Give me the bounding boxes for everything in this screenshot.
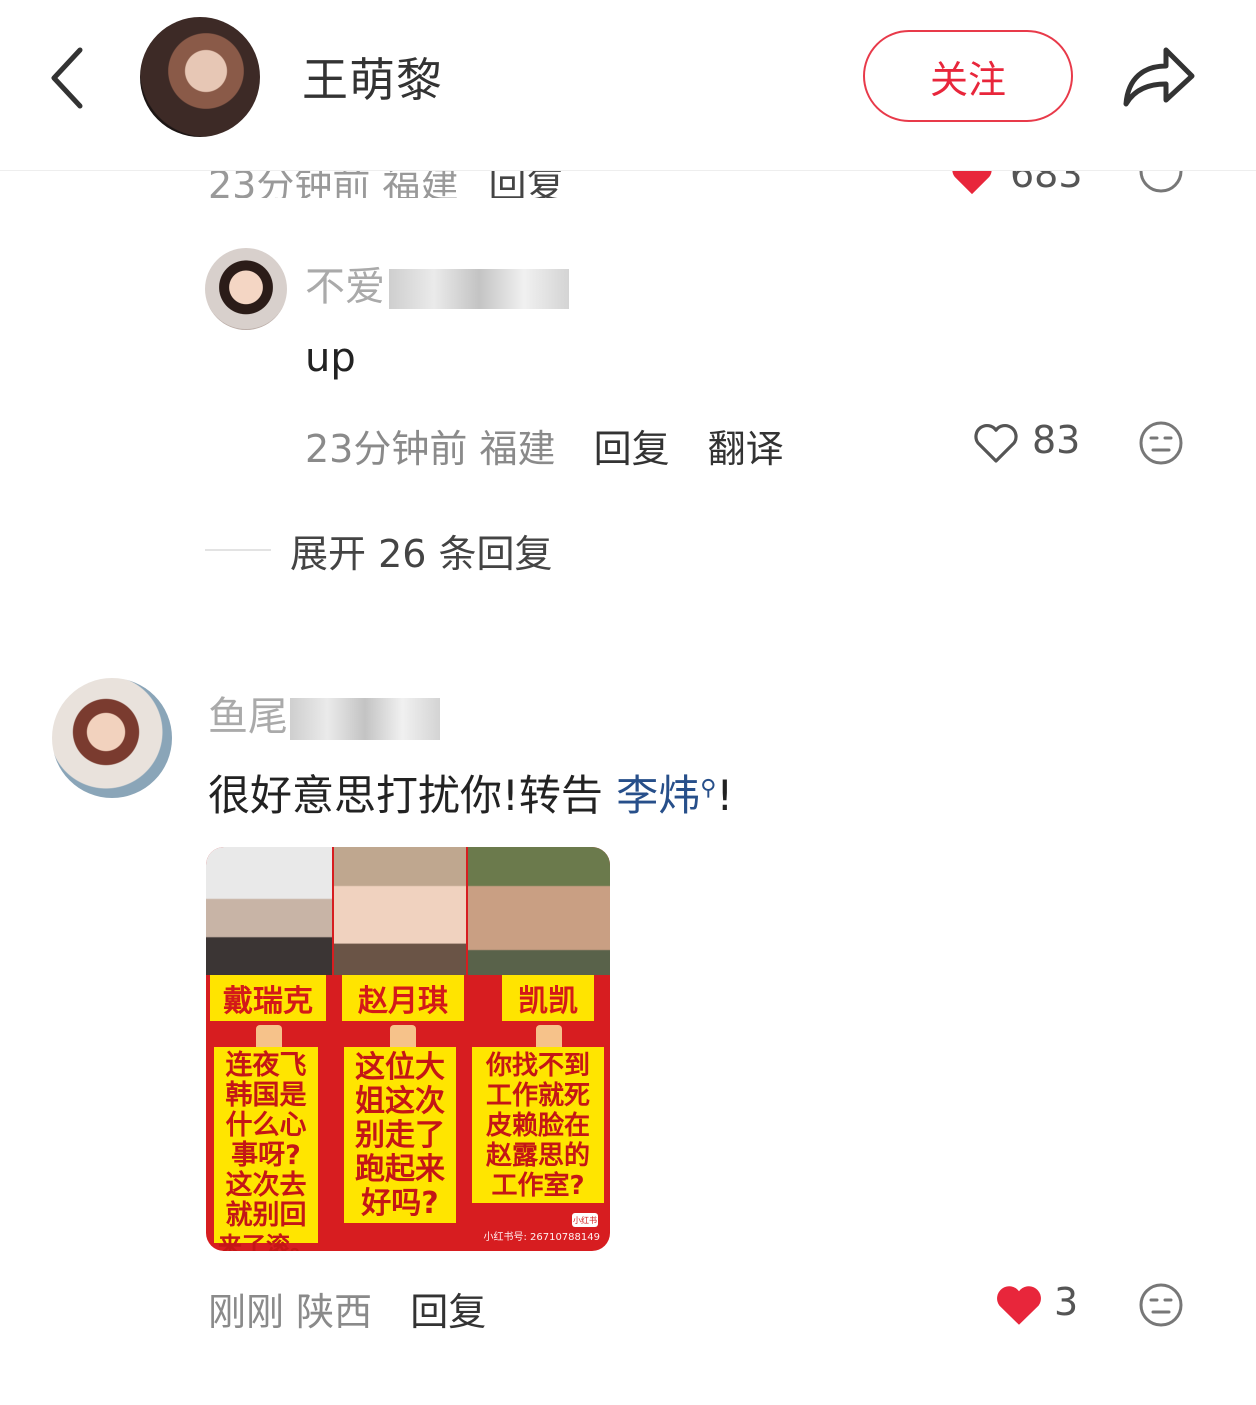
share-icon[interactable] [1118, 40, 1198, 112]
poster-name-3: 凯凯 [502, 975, 594, 1021]
comment-location: 陕西 [296, 1290, 373, 1334]
comment-time: 刚刚 [208, 1290, 285, 1334]
photo-person-3 [468, 847, 610, 975]
reply-location: 福建 [479, 427, 556, 471]
comment-like-count: 3 [1054, 1280, 1079, 1324]
reply-text: up [305, 335, 356, 381]
reply-time: 23分钟前 [305, 427, 468, 471]
author-avatar[interactable] [140, 17, 260, 137]
author-name[interactable]: 王萌黎 [302, 44, 443, 110]
photo-person-2 [334, 847, 466, 975]
top-bar: 王萌黎 关注 [0, 0, 1256, 171]
username-redaction-mask [389, 269, 569, 309]
expand-replies-button[interactable]: 展开 26 条回复 [290, 523, 553, 578]
image-watermark: 小红书号: 26710788149 [483, 1232, 600, 1243]
username-redaction-mask [290, 698, 440, 740]
comment-image[interactable]: 戴瑞克 赵月琪 凯凯 连夜飞 韩国是 什么心 事呀? 这次去 就别回 来了滚。 这位大 姐这次… [206, 847, 610, 1251]
emoji-reaction-icon[interactable] [1138, 420, 1184, 466]
back-arrow-icon[interactable] [40, 40, 100, 116]
emoji-reaction-icon[interactable] [1138, 1282, 1184, 1328]
comment-text: 很好意思打扰你!转告 李炜⚲! [208, 771, 734, 820]
watermark-logo: 小红书 [572, 1213, 598, 1227]
heart-outline-icon[interactable] [972, 420, 1020, 466]
reply-meta-row: 23分钟前 福建 回复 翻译 [305, 418, 784, 473]
translate-button[interactable]: 翻译 [708, 427, 784, 471]
comment-meta-row: 刚刚 陕西 回复 [208, 1281, 486, 1336]
expand-divider [205, 549, 271, 551]
comment-reply-button[interactable]: 回复 [410, 1290, 486, 1334]
reply-button[interactable]: 回复 [594, 427, 670, 471]
heart-filled-icon[interactable] [994, 1282, 1044, 1328]
search-icon: ⚲ [700, 776, 717, 801]
reply-user-avatar[interactable] [205, 248, 287, 330]
poster-caption-3: 你找不到 工作就死 皮赖脸在 赵露思的 工作室? [472, 1047, 604, 1203]
mention-link[interactable]: 李炜⚲ [616, 771, 716, 820]
poster-name-2: 赵月琪 [342, 975, 464, 1021]
commenter-avatar[interactable] [52, 678, 172, 798]
poster-name-1: 戴瑞克 [210, 975, 326, 1021]
poster-caption-2: 这位大 姐这次 别走了 跑起来 好吗? [344, 1047, 456, 1223]
photo-person-1 [206, 847, 332, 975]
follow-button[interactable]: 关注 [863, 30, 1073, 122]
reply-like-count: 83 [1032, 418, 1081, 462]
reply-username[interactable]: 不爱 [305, 254, 569, 312]
poster-caption-1: 连夜飞 韩国是 什么心 事呀? 这次去 就别回 来了滚。 [214, 1047, 318, 1251]
commenter-username[interactable]: 鱼尾 [208, 684, 440, 742]
